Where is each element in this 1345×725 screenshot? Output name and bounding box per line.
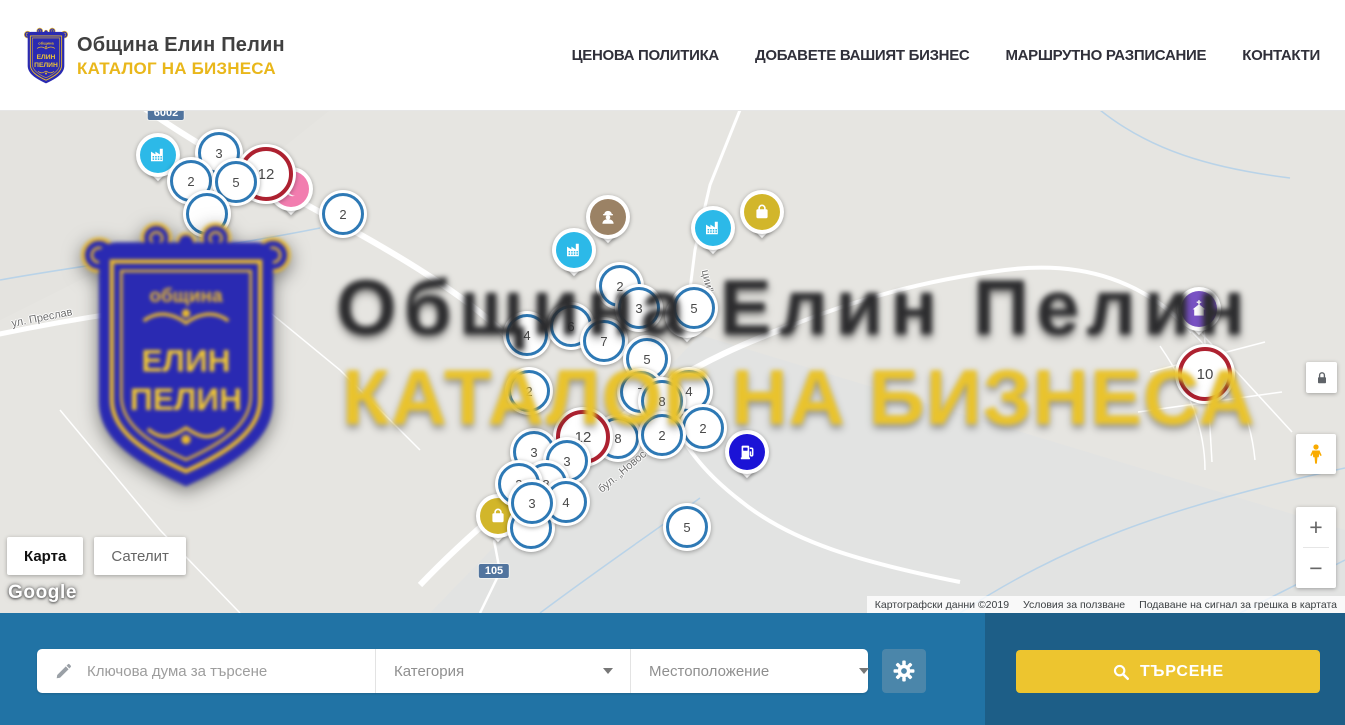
site-subtitle: КАТАЛОГ НА БИЗНЕСА bbox=[77, 59, 285, 79]
map-attribution: Картографски данни ©2019 Условия за полз… bbox=[867, 596, 1345, 613]
shopping-bag-icon bbox=[488, 506, 508, 526]
shopping-bag-icon bbox=[752, 202, 772, 222]
map-type-satellite-button[interactable]: Сателит bbox=[94, 537, 186, 575]
street-view-pegman-button[interactable] bbox=[1296, 434, 1336, 474]
site-title: Община Елин Пелин bbox=[77, 34, 285, 57]
factory-icon bbox=[703, 218, 723, 238]
pencil-icon bbox=[55, 663, 72, 680]
search-bar: Категория Местоположение bbox=[0, 613, 1345, 725]
cluster-count: 2 bbox=[322, 193, 364, 235]
nav-item-contacts[interactable]: КОНТАКТИ bbox=[1242, 47, 1320, 64]
factory-pin-marker[interactable] bbox=[691, 206, 735, 264]
padlock-icon bbox=[1314, 370, 1330, 386]
nav-item-pricing[interactable]: ЦЕНОВА ПОЛИТИКА bbox=[572, 47, 719, 64]
pegman-icon bbox=[1305, 441, 1327, 467]
pin-circle bbox=[691, 206, 735, 250]
google-logo[interactable]: Google bbox=[8, 582, 77, 604]
chevron-down-icon bbox=[859, 668, 869, 674]
crest-name-line2: ПЕЛИН bbox=[34, 62, 58, 69]
cluster-marker[interactable]: 2 bbox=[319, 190, 367, 238]
site-logo[interactable]: община ЕЛИН ПЕЛИН Община Елин Пелин КАТА… bbox=[23, 27, 285, 86]
factory-pin-marker[interactable] bbox=[552, 228, 596, 286]
location-select-value: Местоположение bbox=[649, 663, 769, 680]
map-copyright: Картографски данни ©2019 bbox=[875, 599, 1009, 611]
zoom-control: + − bbox=[1296, 507, 1336, 588]
gear-icon bbox=[893, 660, 915, 682]
crest-name-line1: ЕЛИН bbox=[37, 54, 56, 61]
main-nav: ЦЕНОВА ПОЛИТИКА ДОБАВЕТЕ ВАШИЯТ БИЗНЕС М… bbox=[572, 0, 1320, 110]
church-pin-marker[interactable] bbox=[1177, 287, 1221, 345]
zoom-out-button[interactable]: − bbox=[1296, 548, 1336, 588]
cluster-count: 10 bbox=[1178, 347, 1232, 401]
search-button-label: ТЪРСЕНЕ bbox=[1140, 663, 1224, 681]
terms-link[interactable]: Условия за ползване bbox=[1023, 599, 1125, 611]
worker-icon bbox=[598, 207, 618, 227]
pin-circle bbox=[725, 430, 769, 474]
chevron-down-icon bbox=[603, 668, 613, 674]
bag-pin-marker[interactable] bbox=[740, 190, 784, 248]
municipality-crest-icon: община ЕЛИН ПЕЛИН bbox=[23, 27, 69, 86]
nav-item-timetable[interactable]: МАРШРУТНО РАЗПИСАНИЕ bbox=[1005, 47, 1206, 64]
fuel-pump-icon bbox=[737, 442, 757, 462]
top-bar: община ЕЛИН ПЕЛИН Община Елин Пелин КАТА… bbox=[0, 0, 1345, 111]
map-type-map-button[interactable]: Карта bbox=[7, 537, 83, 575]
cluster-marker[interactable] bbox=[183, 190, 231, 238]
cluster-count: 2 bbox=[641, 414, 683, 456]
factory-icon bbox=[148, 145, 168, 165]
road-number-badge: 105 bbox=[479, 564, 509, 578]
cluster-count: 2 bbox=[682, 407, 724, 449]
search-submit-button[interactable]: ТЪРСЕНЕ bbox=[1016, 650, 1320, 693]
advanced-settings-button[interactable] bbox=[882, 649, 926, 693]
pin-circle bbox=[552, 228, 596, 272]
cluster-count: 3 bbox=[618, 287, 660, 329]
magnifier-icon bbox=[1112, 663, 1130, 681]
factory-icon bbox=[564, 240, 584, 260]
cluster-marker[interactable]: 7 bbox=[580, 317, 628, 365]
keyword-field-wrap bbox=[37, 649, 375, 693]
lock-button[interactable] bbox=[1306, 362, 1337, 393]
cluster-marker[interactable]: 4 bbox=[503, 311, 551, 359]
category-select[interactable]: Категория bbox=[375, 649, 630, 693]
map-type-control: Карта Сателит bbox=[7, 537, 186, 575]
google-map[interactable]: 6002105ул. Преславбул. „Новоселции" bbox=[0, 110, 1345, 613]
keyword-search-input[interactable] bbox=[85, 662, 339, 681]
church-icon bbox=[1189, 299, 1209, 319]
cluster-marker[interactable]: 2 bbox=[505, 367, 553, 415]
road-number-badge: 6002 bbox=[148, 110, 184, 120]
pin-circle bbox=[1177, 287, 1221, 331]
location-select[interactable]: Местоположение bbox=[630, 649, 886, 693]
cluster-count: 5 bbox=[666, 506, 708, 548]
cluster-marker[interactable]: 2 bbox=[638, 411, 686, 459]
cluster-count: 5 bbox=[673, 287, 715, 329]
cluster-marker[interactable]: 5 bbox=[663, 503, 711, 551]
cluster-count bbox=[186, 193, 228, 235]
zoom-in-button[interactable]: + bbox=[1296, 507, 1336, 547]
report-error-link[interactable]: Подаване на сигнал за грешка в картата bbox=[1139, 599, 1337, 611]
search-fields-group: Категория Местоположение bbox=[37, 649, 868, 693]
fuel-pin-marker[interactable] bbox=[725, 430, 769, 488]
cluster-count: 4 bbox=[506, 314, 548, 356]
cluster-count: 3 bbox=[511, 482, 553, 524]
nav-item-add-business[interactable]: ДОБАВЕТЕ ВАШИЯТ БИЗНЕС bbox=[755, 47, 969, 64]
category-select-value: Категория bbox=[394, 663, 464, 680]
cluster-count: 7 bbox=[583, 320, 625, 362]
cluster-marker[interactable]: 3 bbox=[508, 479, 556, 527]
cluster-marker[interactable]: 10 bbox=[1175, 344, 1235, 404]
cluster-marker[interactable]: 2 bbox=[679, 404, 727, 452]
cluster-count: 2 bbox=[508, 370, 550, 412]
crest-town-word: община bbox=[38, 40, 54, 45]
cluster-marker[interactable]: 5 bbox=[670, 284, 718, 332]
pin-circle bbox=[740, 190, 784, 234]
